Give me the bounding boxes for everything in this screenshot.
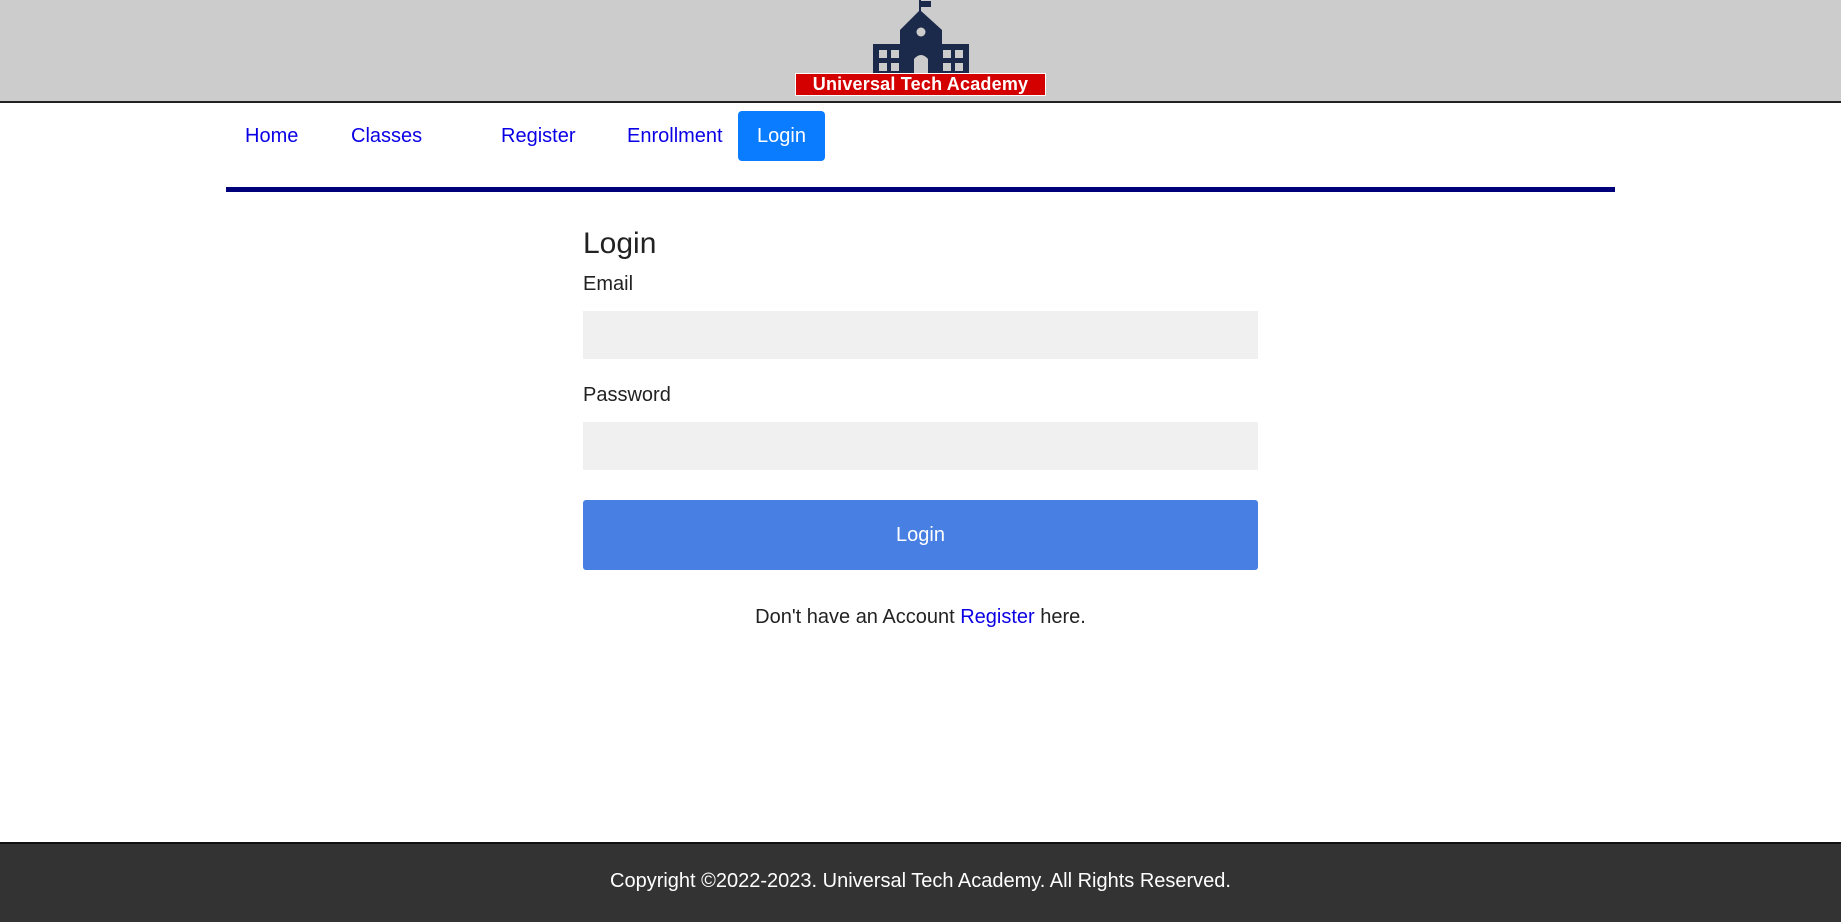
email-label: Email (583, 273, 634, 295)
site-header: Universal Tech Academy (0, 0, 1841, 103)
page-title: Login (583, 227, 657, 260)
nav-enrollment[interactable]: Enrollment (608, 111, 742, 161)
register-prompt-suffix: here. (1040, 606, 1086, 628)
login-form: Login Email Password Login Don't have an… (583, 218, 1258, 630)
logo-text: Universal Tech Academy (795, 73, 1046, 96)
main-nav: Home Classes Register Enrollment Login (226, 105, 1615, 192)
register-prompt-text: Don't have an Account (755, 606, 955, 628)
nav-classes[interactable]: Classes (332, 111, 441, 161)
password-field[interactable] (583, 422, 1258, 470)
school-building-icon (873, 0, 969, 78)
register-link[interactable]: Register (960, 606, 1034, 628)
copyright-text: Copyright ©2022-2023. Universal Tech Aca… (610, 870, 1231, 892)
site-footer: Copyright ©2022-2023. Universal Tech Aca… (0, 842, 1841, 922)
nav-login[interactable]: Login (738, 111, 825, 161)
nav-home[interactable]: Home (226, 111, 317, 161)
site-logo[interactable]: Universal Tech Academy (795, 0, 1046, 97)
password-label: Password (583, 384, 671, 406)
email-field[interactable] (583, 311, 1258, 359)
login-button[interactable]: Login (583, 500, 1258, 570)
register-prompt: Don't have an Account Register here. (583, 604, 1258, 630)
nav-register[interactable]: Register (482, 111, 594, 161)
